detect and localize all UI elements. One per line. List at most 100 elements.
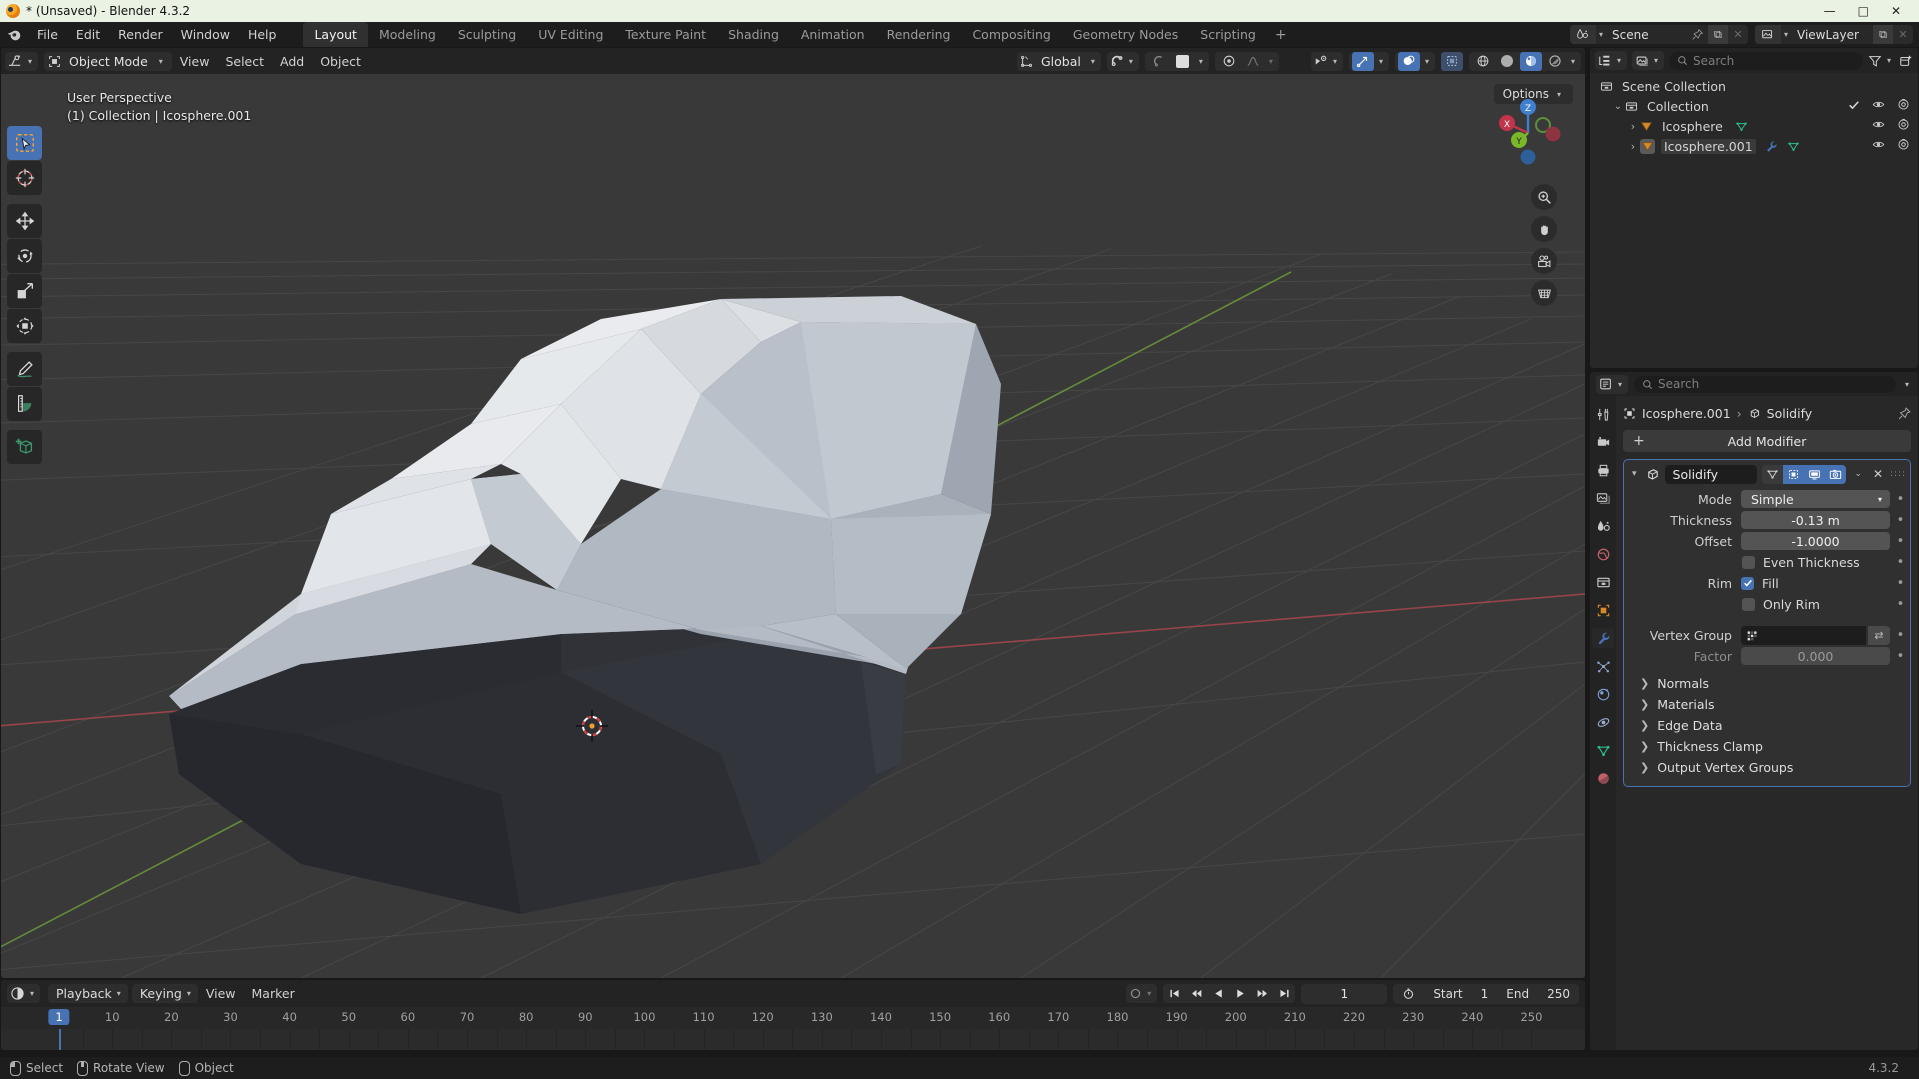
vertex-group-field[interactable] (1741, 625, 1866, 645)
tab-texture-paint[interactable]: Texture Paint (614, 22, 717, 47)
play-button[interactable] (1229, 984, 1251, 1003)
modifier-render-toggle[interactable] (1825, 464, 1847, 484)
properties-options-chevron-icon[interactable]: ▾ (1902, 380, 1912, 389)
disable-in-renders-icon[interactable] (1897, 98, 1910, 114)
tool-move[interactable] (7, 204, 42, 238)
proportional-editing-toggle[interactable] (1148, 52, 1170, 71)
add-workspace-button[interactable]: + (1267, 25, 1295, 45)
window-maximize-button[interactable]: □ (1858, 4, 1869, 18)
timeline-editor[interactable]: ▾ Playback ▾ Keying ▾ View Marker ▾ 1 St… (1, 980, 1585, 1050)
window-close-button[interactable]: ✕ (1891, 4, 1901, 18)
overlays-selector[interactable]: ▾ (1394, 51, 1435, 71)
tab-particles[interactable] (1592, 656, 1614, 676)
add-modifier-button[interactable]: + Add Modifier (1623, 430, 1911, 452)
timeline-playhead[interactable] (59, 1029, 61, 1050)
modifier-section-thickness-clamp[interactable]: ❯ Thickness Clamp (1624, 736, 1910, 757)
viewport-canvas[interactable]: User Perspective (1) Collection | Icosph… (1, 74, 1585, 978)
mesh-data-icon[interactable] (1787, 140, 1800, 153)
new-scene-button[interactable]: ⧉ (1707, 25, 1728, 44)
next-keyframe-button[interactable] (1251, 984, 1273, 1003)
modifier-realtime-toggle[interactable] (1804, 464, 1826, 484)
falloff-curve-icon[interactable] (1242, 52, 1264, 71)
tab-geometry-nodes[interactable]: Geometry Nodes (1062, 22, 1189, 47)
viewlayer-selector[interactable]: ▾ ViewLayer ⧉ ✕ (1754, 25, 1913, 44)
tab-physics[interactable] (1592, 684, 1614, 704)
modifier-section-output-vertex-groups[interactable]: ❯ Output Vertex Groups (1624, 757, 1910, 778)
tab-view-layer[interactable] (1592, 488, 1614, 508)
toggle-orthographic-icon[interactable] (1531, 280, 1557, 306)
new-collection-icon[interactable] (1899, 54, 1913, 68)
breadcrumb-modifier-name[interactable]: Solidify (1767, 406, 1813, 421)
tab-tool[interactable] (1592, 404, 1614, 424)
viewport-menu-view[interactable]: View (172, 52, 218, 71)
properties-editor-type-selector[interactable]: ▾ (1596, 374, 1629, 394)
expand-toggle-icon[interactable]: › (1626, 120, 1640, 133)
timeline-view-menu[interactable]: View (198, 984, 244, 1003)
jump-to-end-button[interactable] (1273, 984, 1295, 1003)
jump-to-start-button[interactable] (1163, 984, 1185, 1003)
menu-window[interactable]: Window (172, 24, 239, 45)
modifier-section-materials[interactable]: ❯ Materials (1624, 694, 1910, 715)
animate-property-dot[interactable]: • (1895, 597, 1906, 612)
viewport-menu-add[interactable]: Add (272, 52, 312, 71)
tool-annotate[interactable] (7, 352, 42, 386)
disable-in-renders-icon[interactable] (1897, 118, 1910, 134)
menu-file[interactable]: File (28, 24, 67, 45)
expand-chevron-icon[interactable]: ▾ (1629, 469, 1640, 479)
modifier-on-cage-toggle[interactable] (1762, 464, 1784, 484)
modifier-name-field[interactable]: Solidify (1664, 464, 1758, 484)
animate-property-dot[interactable]: • (1895, 576, 1906, 591)
outliner-tree[interactable]: Scene Collection ⌄ Collection › Icosphere › Ic… (1590, 73, 1918, 156)
zoom-icon[interactable] (1531, 184, 1557, 210)
viewport-menu-select[interactable]: Select (217, 52, 272, 71)
tab-render[interactable] (1592, 432, 1614, 452)
disable-in-renders-icon[interactable] (1897, 138, 1910, 154)
transport-controls[interactable] (1163, 984, 1296, 1003)
tab-object[interactable] (1592, 600, 1614, 620)
modifier-edit-mode-toggle[interactable] (1783, 464, 1805, 484)
scene-selector[interactable]: ▾ Scene ⧉ ✕ (1569, 25, 1748, 44)
proportional-falloff-group[interactable]: ▾ (1214, 51, 1279, 71)
prev-keyframe-button[interactable] (1185, 984, 1207, 1003)
timeline-editor-type-selector[interactable]: ▾ (7, 984, 41, 1003)
current-frame-field[interactable]: 1 (1301, 983, 1388, 1004)
menu-render[interactable]: Render (109, 24, 172, 45)
properties-search-input[interactable]: Search (1634, 375, 1896, 393)
timeline-keying-menu[interactable]: Keying ▾ (131, 984, 198, 1003)
tab-sculpting[interactable]: Sculpting (447, 22, 527, 47)
transform-orientation-selector[interactable]: Global ▾ (1017, 51, 1101, 71)
xray-toggle[interactable] (1440, 51, 1463, 71)
viewport-visibility-selector[interactable]: ▾ (1310, 51, 1343, 71)
outliner-editor-type-selector[interactable]: ▾ (1595, 51, 1628, 70)
tab-layout[interactable]: Layout (303, 22, 368, 47)
hide-in-viewport-icon[interactable] (1872, 138, 1885, 154)
material-preview-shading-button[interactable] (1519, 51, 1542, 71)
timeline-playback-menu[interactable]: Playback ▾ (48, 984, 128, 1003)
interaction-mode-selector[interactable]: Object Mode ▾ (44, 51, 172, 71)
tab-modeling[interactable]: Modeling (368, 22, 447, 47)
hand-pan-icon[interactable] (1531, 216, 1557, 242)
animate-property-dot[interactable]: • (1895, 555, 1906, 570)
tab-compositing[interactable]: Compositing (961, 22, 1061, 47)
tab-modifier[interactable] (1592, 628, 1614, 648)
properties-editor[interactable]: ▾ Search ▾ Icosphere.001 › Solidify + Ad… (1590, 372, 1918, 1050)
start-frame-value[interactable]: 1 (1472, 984, 1498, 1004)
tab-scene[interactable] (1592, 516, 1614, 536)
hide-in-viewport-icon[interactable] (1872, 118, 1885, 134)
modifier-panel-solidify[interactable]: ▾ Solidify ⌄ ✕:::: Mode Simple ▾ • Thic… (1623, 459, 1911, 787)
wireframe-shading-button[interactable] (1472, 52, 1494, 71)
outliner-editor[interactable]: ▾ ▾ Search ▾ Scene Collection ⌄ Collection… (1590, 48, 1918, 368)
play-reverse-button[interactable] (1207, 984, 1229, 1003)
modifier-extras-menu-icon[interactable]: ⌄ (1851, 469, 1865, 479)
timeline-track-area[interactable] (1, 1029, 1585, 1050)
offset-value-field[interactable]: -1.0000 (1741, 532, 1890, 550)
mode-dropdown[interactable]: Simple ▾ (1741, 490, 1890, 508)
animate-property-dot[interactable]: • (1895, 649, 1906, 664)
shading-mode-group[interactable]: ▾ (1468, 51, 1581, 71)
tab-collection[interactable] (1592, 572, 1614, 592)
tool-add-cube[interactable] (7, 430, 42, 464)
modifier-remove-button[interactable]: ✕ (1870, 467, 1886, 481)
tab-rendering[interactable]: Rendering (876, 22, 962, 47)
viewport-menu-object[interactable]: Object (312, 52, 369, 71)
window-minimize-button[interactable]: — (1824, 4, 1836, 18)
